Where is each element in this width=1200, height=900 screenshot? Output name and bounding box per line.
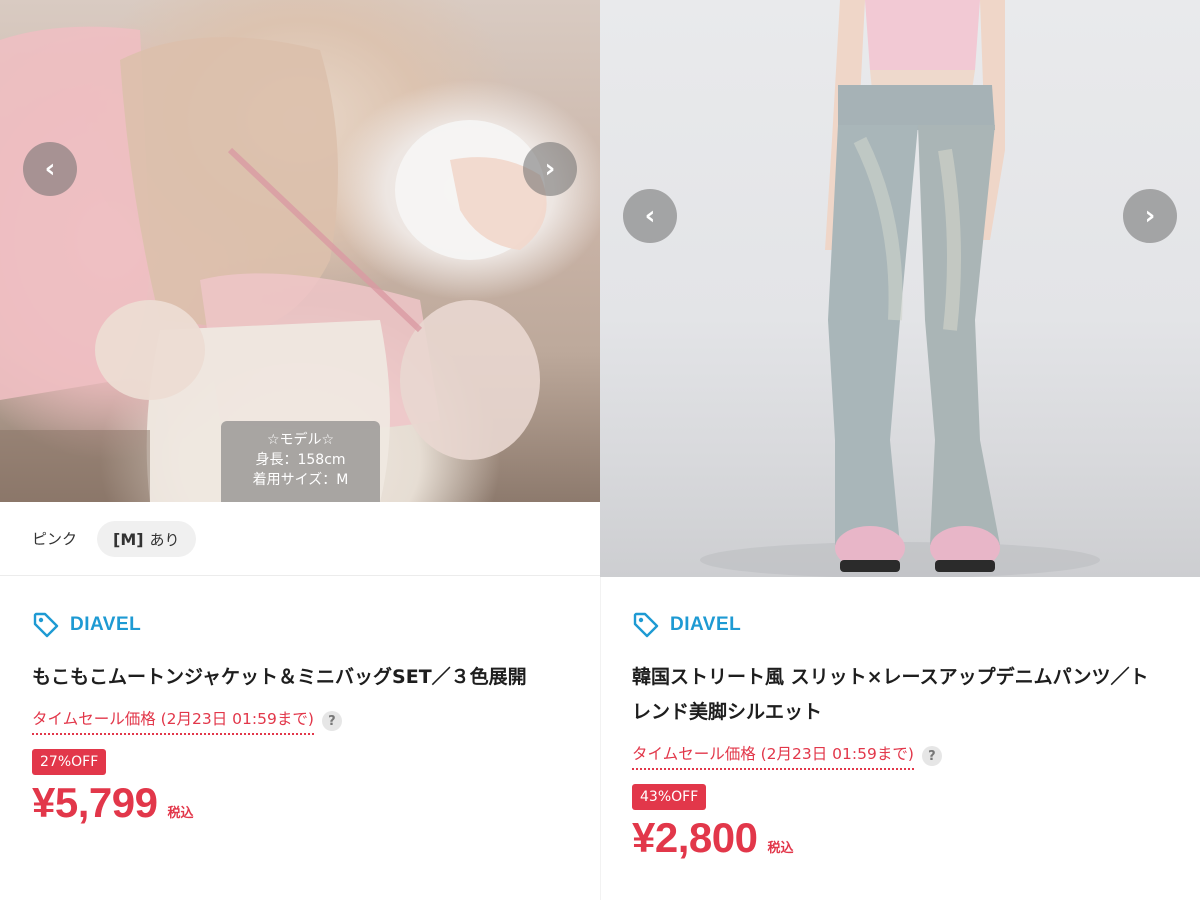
variant-color-label: ピンク: [32, 530, 78, 548]
chevron-left-icon: ‹: [644, 201, 656, 231]
tax-label: 税込: [167, 806, 194, 821]
product-photo: [600, 0, 1200, 577]
product-title[interactable]: 韓国ストリート風 スリット×レースアップデニムパンツ／トレンド美脚シルエット: [632, 660, 1162, 730]
brand-name[interactable]: DIAVEL: [670, 614, 741, 636]
product-title[interactable]: もこもこムートンジャケット＆ミニバッグSET／３色展開: [32, 660, 562, 695]
carousel-prev-button[interactable]: ‹: [623, 189, 677, 243]
chevron-left-icon: ‹: [44, 154, 56, 184]
carousel-next-button[interactable]: ›: [523, 142, 577, 196]
tax-label: 税込: [767, 841, 794, 856]
brand-row[interactable]: DIAVEL: [32, 608, 572, 642]
price: ¥5,799: [32, 779, 158, 826]
price: ¥2,800: [632, 814, 758, 861]
carousel-next-button[interactable]: ›: [1123, 189, 1177, 243]
time-sale-row: タイムセール価格 (2月23日 01:59まで) ?: [32, 707, 572, 735]
model-info-overlay: ☆モデル☆ 身長：158cm 着用サイズ：M: [221, 421, 380, 502]
model-height: 身長：158cm: [255, 452, 346, 468]
model-size: 着用サイズ：M: [252, 472, 349, 488]
tag-icon: [32, 611, 60, 639]
carousel-prev-button[interactable]: ‹: [23, 142, 77, 196]
product-info: DIAVEL 韓国ストリート風 スリット×レースアップデニムパンツ／トレンド美脚…: [632, 608, 1172, 862]
size-stock-chip[interactable]: [M] あり: [97, 521, 196, 557]
discount-badge: 27%OFF: [32, 749, 107, 775]
product-info: DIAVEL もこもこムートンジャケット＆ミニバッグSET／３色展開 タイムセー…: [32, 608, 572, 827]
variant-row: ピンク [M] あり: [0, 502, 600, 576]
product-image-carousel[interactable]: ‹ › ☆モデル☆ 身長：158cm 着用サイズ：M: [0, 0, 600, 502]
brand-row[interactable]: DIAVEL: [632, 608, 1172, 642]
chevron-right-icon: ›: [544, 154, 556, 184]
model-info-heading: ☆モデル☆: [266, 432, 335, 448]
stock-label: あり: [149, 530, 180, 549]
product-card-1[interactable]: ‹ › ☆モデル☆ 身長：158cm 着用サイズ：M ピンク [M] あり DI…: [0, 0, 600, 900]
chevron-right-icon: ›: [1144, 201, 1156, 231]
price-row: ¥2,800 税込: [632, 814, 1172, 862]
product-image-carousel[interactable]: ‹ ›: [600, 0, 1200, 577]
time-sale-row: タイムセール価格 (2月23日 01:59まで) ?: [632, 742, 1172, 770]
size-label: [M]: [113, 529, 144, 549]
price-row: ¥5,799 税込: [32, 779, 572, 827]
tag-icon: [632, 611, 660, 639]
product-card-2[interactable]: ‹ › DIAVEL 韓国ストリート風 スリット×レースアップデニムパンツ／トレ…: [600, 0, 1200, 900]
discount-badge: 43%OFF: [632, 784, 707, 810]
card-divider: [600, 577, 601, 900]
help-icon[interactable]: ?: [321, 711, 342, 731]
time-sale-label: タイムセール価格 (2月23日 01:59まで): [32, 707, 314, 735]
time-sale-label: タイムセール価格 (2月23日 01:59まで): [632, 742, 914, 770]
help-icon[interactable]: ?: [921, 746, 942, 766]
brand-name[interactable]: DIAVEL: [70, 614, 141, 636]
